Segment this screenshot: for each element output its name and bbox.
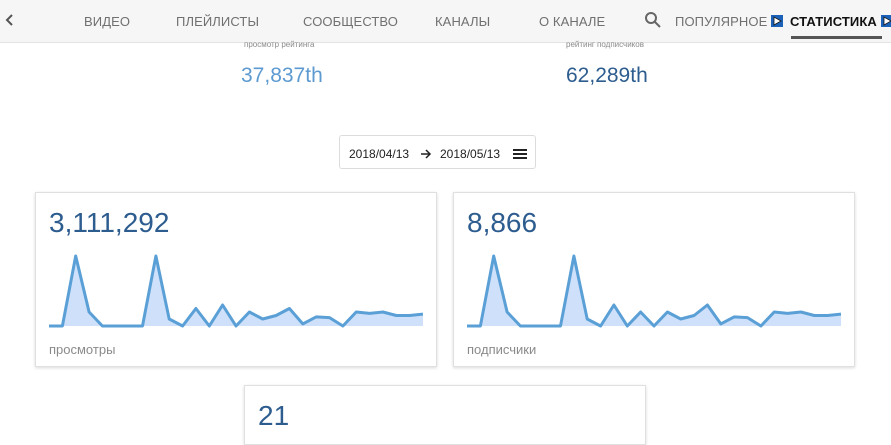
menu-icon[interactable]: [513, 147, 527, 159]
tab-statistics-label: СТАТИСТИКА: [790, 14, 877, 29]
tab-statistics[interactable]: СТАТИСТИКА: [790, 14, 891, 29]
views-stat-card: 3,111,292 просмотры: [35, 192, 437, 367]
sparkline-area: [467, 256, 841, 326]
subscribers-rank-caption: рейтинг подписчиков: [566, 40, 644, 49]
views-label: просмотры: [49, 342, 116, 357]
date-range-selector[interactable]: 2018/04/13 2018/05/13: [339, 135, 536, 169]
chevron-left-icon[interactable]: [4, 12, 16, 28]
active-tab-indicator: [791, 36, 882, 39]
subscribers-rank-value: 62,289th: [566, 64, 648, 87]
videos-total: 21: [258, 400, 290, 431]
tab-about[interactable]: О КАНАЛЕ: [539, 14, 605, 29]
subscribers-sparkline: [467, 254, 841, 328]
tab-channels[interactable]: КАНАЛЫ: [435, 14, 490, 29]
channel-tab-bar: ВИДЕО ПЛЕЙЛИСТЫ СООБЩЕСТВО КАНАЛЫ О КАНА…: [0, 0, 891, 43]
subscribers-total: 8,866: [467, 207, 538, 238]
search-icon[interactable]: [644, 11, 662, 29]
tab-playlists[interactable]: ПЛЕЙЛИСТЫ: [176, 14, 259, 29]
videos-stat-card: 21: [244, 385, 646, 445]
date-range-end: 2018/05/13: [440, 147, 501, 161]
views-total: 3,111,292: [49, 207, 170, 238]
tab-videos[interactable]: ВИДЕО: [84, 14, 130, 29]
views-rank-caption: просмотр рейтинга: [244, 40, 315, 49]
sparkline-area: [49, 256, 423, 326]
subscribers-stat-card: 8,866 подписчики: [453, 192, 855, 367]
tab-popular-label: ПОПУЛЯРНОЕ: [675, 14, 768, 29]
tab-community[interactable]: СООБЩЕСТВО: [303, 14, 398, 29]
date-range-start: 2018/04/13: [349, 147, 410, 161]
play-badge-icon: [771, 15, 784, 27]
views-rank-value: 37,837th: [241, 64, 323, 87]
play-badge-icon: [880, 15, 891, 27]
arrow-right-icon: [420, 147, 432, 159]
subscribers-label: подписчики: [467, 342, 537, 357]
tab-popular[interactable]: ПОПУЛЯРНОЕ: [675, 14, 784, 29]
views-sparkline: [49, 254, 423, 328]
